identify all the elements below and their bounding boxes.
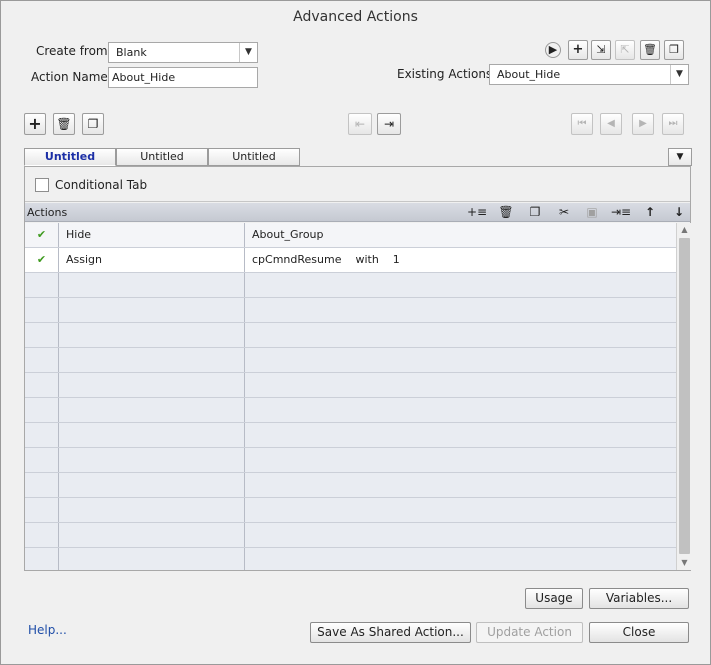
table-row[interactable] bbox=[25, 398, 676, 423]
action-cell[interactable]: Assign bbox=[59, 248, 245, 272]
action-name-label: Action Name: bbox=[31, 70, 112, 84]
existing-actions-value: About_Hide bbox=[497, 68, 561, 81]
existing-actions-dropdown[interactable]: About_Hide ▼ bbox=[489, 64, 689, 85]
close-button[interactable]: Close bbox=[589, 622, 689, 643]
save-as-shared-action-button[interactable]: Save As Shared Action... bbox=[310, 622, 471, 643]
previous-tab-button[interactable]: ◀ bbox=[600, 113, 622, 135]
add-action-icon[interactable]: + bbox=[568, 40, 588, 60]
table-row[interactable] bbox=[25, 373, 676, 398]
dialog-title: Advanced Actions bbox=[293, 9, 418, 25]
check-icon: ✔ bbox=[25, 223, 59, 247]
actions-toolbar: Actions +≡ 🗑 ❐ ✂ ▣ ⇥≡ ↑ ↓ bbox=[25, 203, 690, 222]
delete-tab-button[interactable]: 🗑 bbox=[53, 113, 75, 135]
conditional-tab-checkbox[interactable] bbox=[35, 178, 49, 192]
grid-scrollbar[interactable]: ▲ ▼ bbox=[676, 223, 692, 570]
update-action-button[interactable]: Update Action bbox=[476, 622, 583, 643]
existing-actions-label: Existing Actions: bbox=[397, 67, 497, 81]
preview-icon[interactable]: ▶ bbox=[545, 42, 561, 58]
tab-untitled-2[interactable]: Untitled bbox=[116, 148, 208, 166]
copy-row-icon[interactable]: ❐ bbox=[525, 203, 545, 222]
tabs-overflow-dropdown[interactable]: ▼ bbox=[668, 148, 692, 166]
import-icon[interactable]: ⇲ bbox=[591, 40, 611, 60]
table-row[interactable]: ✔ Hide About_Group bbox=[25, 223, 676, 248]
conditional-tab-label: Conditional Tab bbox=[55, 178, 148, 192]
table-row[interactable] bbox=[25, 548, 676, 570]
scroll-thumb[interactable] bbox=[679, 238, 690, 554]
target-cell[interactable]: cpCmndResume with 1 bbox=[245, 248, 676, 272]
insert-row-icon[interactable]: ⇥≡ bbox=[611, 203, 631, 222]
table-row[interactable] bbox=[25, 448, 676, 473]
check-icon: ✔ bbox=[25, 248, 59, 272]
table-row[interactable] bbox=[25, 298, 676, 323]
table-row[interactable]: ✔ Assign cpCmndResume with 1 bbox=[25, 248, 676, 273]
tab-untitled-1[interactable]: Untitled bbox=[24, 148, 116, 166]
cut-row-icon[interactable]: ✂ bbox=[554, 203, 574, 222]
export-icon[interactable]: ⇱ bbox=[615, 40, 635, 60]
help-link[interactable]: Help... bbox=[28, 623, 67, 637]
usage-button[interactable]: Usage bbox=[525, 588, 583, 609]
table-row[interactable] bbox=[25, 498, 676, 523]
tab-content-panel: Conditional Tab Actions +≡ 🗑 ❐ ✂ ▣ ⇥≡ ↑ … bbox=[24, 166, 692, 571]
actions-grid: ✔ Hide About_Group ✔ Assign cpCmndResume… bbox=[25, 223, 676, 570]
table-row[interactable] bbox=[25, 273, 676, 298]
scroll-up-icon[interactable]: ▲ bbox=[677, 223, 692, 237]
chevron-down-icon: ▼ bbox=[239, 43, 257, 62]
variables-button[interactable]: Variables... bbox=[589, 588, 689, 609]
move-down-icon[interactable]: ↓ bbox=[669, 203, 689, 222]
target-cell[interactable]: About_Group bbox=[245, 223, 676, 247]
last-tab-button[interactable]: ⏭ bbox=[662, 113, 684, 135]
condition-cell[interactable]: Hide bbox=[59, 223, 245, 247]
delete-row-icon[interactable]: 🗑 bbox=[496, 203, 516, 222]
next-tab-button[interactable]: ▶ bbox=[632, 113, 654, 135]
chevron-down-icon: ▼ bbox=[670, 65, 688, 84]
move-tab-left-button[interactable]: ⇤ bbox=[348, 113, 372, 135]
table-row[interactable] bbox=[25, 323, 676, 348]
scroll-down-icon[interactable]: ▼ bbox=[677, 556, 692, 570]
conditional-section: Conditional Tab bbox=[25, 167, 690, 202]
table-row[interactable] bbox=[25, 473, 676, 498]
duplicate-action-icon[interactable]: ❐ bbox=[664, 40, 684, 60]
add-tab-button[interactable]: + bbox=[24, 113, 46, 135]
duplicate-tab-button[interactable]: ❐ bbox=[82, 113, 104, 135]
actions-title: Actions bbox=[27, 206, 68, 219]
advanced-actions-dialog: Advanced Actions Create from: Blank ▼ Ac… bbox=[0, 0, 711, 665]
move-tab-right-button[interactable]: ⇥ bbox=[377, 113, 401, 135]
create-from-label: Create from: bbox=[36, 44, 112, 58]
action-name-input[interactable]: About_Hide bbox=[108, 67, 258, 88]
move-up-icon[interactable]: ↑ bbox=[640, 203, 660, 222]
table-row[interactable] bbox=[25, 423, 676, 448]
table-row[interactable] bbox=[25, 523, 676, 548]
table-row[interactable] bbox=[25, 348, 676, 373]
paste-row-icon[interactable]: ▣ bbox=[582, 203, 602, 222]
tab-untitled-3[interactable]: Untitled bbox=[208, 148, 300, 166]
first-tab-button[interactable]: ⏮ bbox=[571, 113, 593, 135]
create-from-value: Blank bbox=[116, 46, 147, 59]
add-row-icon[interactable]: +≡ bbox=[467, 203, 487, 222]
create-from-dropdown[interactable]: Blank ▼ bbox=[108, 42, 258, 63]
delete-action-icon[interactable]: 🗑 bbox=[640, 40, 660, 60]
